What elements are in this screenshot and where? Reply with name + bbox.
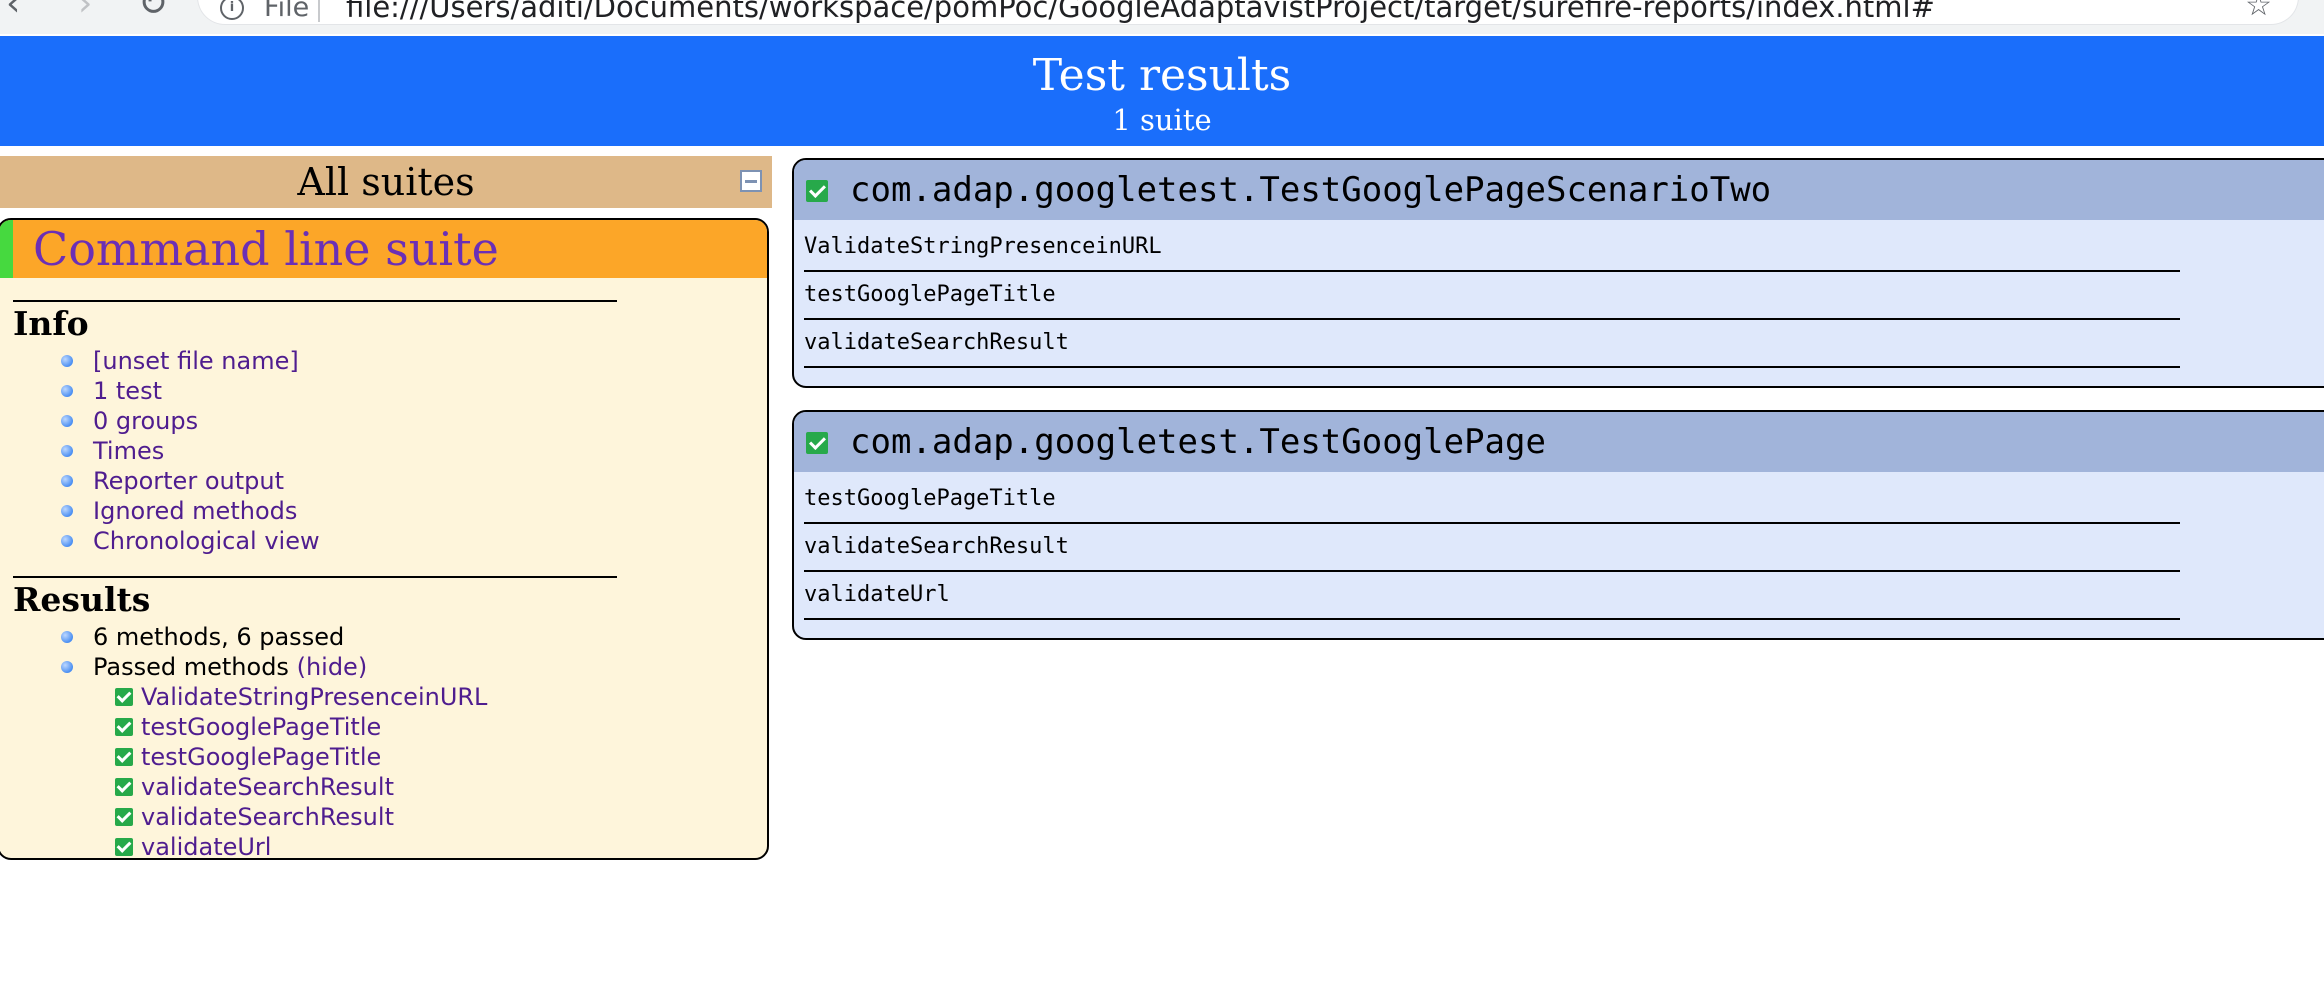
- page-title: Test results: [1032, 50, 1292, 101]
- header-banner: Test results 1 suite: [0, 36, 2324, 146]
- results-list: 6 methods, 6 passed Passed methods (hide…: [61, 622, 367, 682]
- check-icon: [115, 838, 133, 856]
- bullet-icon: [61, 355, 73, 367]
- check-icon: [115, 718, 133, 736]
- file-chip[interactable]: File: [264, 0, 309, 23]
- check-icon: [806, 180, 828, 202]
- method-row: validateSearchResult: [804, 524, 2180, 572]
- hide-link[interactable]: (hide): [297, 653, 368, 681]
- divider: [13, 300, 617, 302]
- address-bar[interactable]: i File file:///Users/aditi/Documents/wor…: [198, 0, 2298, 24]
- info-item-groups[interactable]: 0 groups: [61, 406, 320, 436]
- bullet-icon: [61, 385, 73, 397]
- passed-method-link[interactable]: testGooglePageTitle: [115, 712, 487, 742]
- chip-divider: [318, 0, 320, 22]
- passed-method-link[interactable]: validateUrl: [115, 832, 487, 858]
- check-icon: [115, 748, 133, 766]
- suite-count: 1 suite: [1112, 103, 1212, 137]
- check-icon: [115, 778, 133, 796]
- method-row: validateSearchResult: [804, 320, 2180, 368]
- passed-method-link[interactable]: testGooglePageTitle: [115, 742, 487, 772]
- bullet-icon: [61, 415, 73, 427]
- class-header: com.adap.googletest.TestGooglePage: [794, 412, 2324, 472]
- suite-status-stripe: [0, 220, 13, 278]
- reload-icon[interactable]: ↻: [138, 0, 168, 22]
- browser-toolbar: ‹ › ↻ i File file:///Users/aditi/Documen…: [0, 0, 2324, 34]
- info-item-reporter-output[interactable]: Reporter output: [61, 466, 320, 496]
- bullet-icon: [61, 475, 73, 487]
- suite-panel: Command line suite Info [unset file name…: [0, 218, 769, 860]
- method-row: testGooglePageTitle: [804, 476, 2180, 524]
- method-row: validateUrl: [804, 572, 2180, 620]
- passed-methods-list: ValidateStringPresenceinURL testGooglePa…: [115, 682, 487, 858]
- back-arrow-icon[interactable]: ‹: [6, 0, 20, 22]
- check-icon: [115, 688, 133, 706]
- methods-summary: 6 methods, 6 passed: [61, 622, 367, 652]
- method-row: testGooglePageTitle: [804, 272, 2180, 320]
- info-item-ignored-methods[interactable]: Ignored methods: [61, 496, 320, 526]
- info-heading: Info: [13, 304, 89, 343]
- info-item-tests[interactable]: 1 test: [61, 376, 320, 406]
- passed-methods-item: Passed methods (hide): [61, 652, 367, 682]
- passed-method-link[interactable]: ValidateStringPresenceinURL: [115, 682, 487, 712]
- info-icon[interactable]: i: [220, 0, 244, 20]
- bookmark-star-icon[interactable]: ☆: [2245, 0, 2272, 23]
- class-name: com.adap.googletest.TestGooglePageScenar…: [850, 170, 1772, 210]
- class-header: com.adap.googletest.TestGooglePageScenar…: [794, 160, 2324, 220]
- check-icon: [806, 432, 828, 454]
- bullet-icon: [61, 505, 73, 517]
- collapse-icon[interactable]: [740, 170, 762, 192]
- info-list: [unset file name] 1 test 0 groups Times …: [61, 346, 320, 556]
- check-icon: [115, 808, 133, 826]
- method-row: ValidateStringPresenceinURL: [804, 224, 2180, 272]
- class-name: com.adap.googletest.TestGooglePage: [850, 422, 1546, 462]
- suite-name[interactable]: Command line suite: [33, 220, 499, 278]
- results-heading: Results: [13, 580, 151, 619]
- bullet-icon: [61, 631, 73, 643]
- class-panel: com.adap.googletest.TestGooglePage testG…: [792, 410, 2324, 640]
- info-item-file-name[interactable]: [unset file name]: [61, 346, 320, 376]
- all-suites-header: All suites: [0, 156, 772, 208]
- bullet-icon: [61, 661, 73, 673]
- info-item-chronological-view[interactable]: Chronological view: [61, 526, 320, 556]
- passed-method-link[interactable]: validateSearchResult: [115, 772, 487, 802]
- passed-method-link[interactable]: validateSearchResult: [115, 802, 487, 832]
- bullet-icon: [61, 445, 73, 457]
- suite-header[interactable]: Command line suite: [0, 220, 767, 278]
- url-text[interactable]: file:///Users/aditi/Documents/workspace/…: [346, 0, 1935, 24]
- forward-arrow-icon[interactable]: ›: [78, 0, 92, 22]
- info-item-times[interactable]: Times: [61, 436, 320, 466]
- all-suites-label: All suites: [297, 160, 475, 204]
- class-panel: com.adap.googletest.TestGooglePageScenar…: [792, 158, 2324, 388]
- bullet-icon: [61, 535, 73, 547]
- divider: [13, 576, 617, 578]
